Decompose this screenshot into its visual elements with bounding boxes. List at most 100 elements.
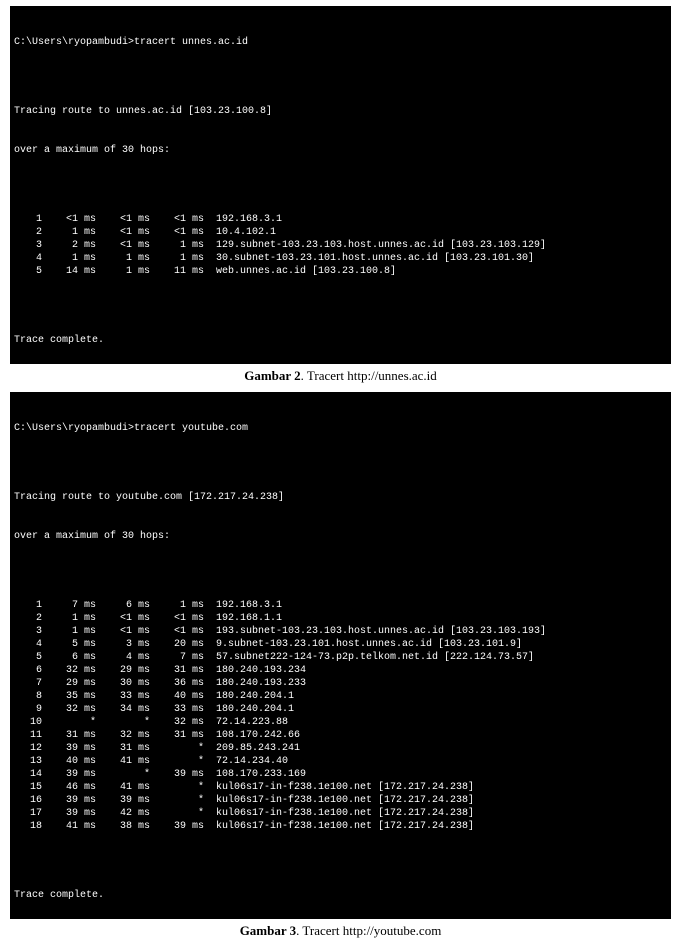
hop-host: 180.240.204.1 [204, 703, 294, 716]
figure-caption-3: Gambar 3. Tracert http://youtube.com [0, 919, 681, 941]
hop-row: 18 41 ms 38 ms 39 mskul06s17-in-f238.1e1… [14, 820, 667, 833]
hop-row: 2 1 ms <1 ms <1 ms10.4.102.1 [14, 226, 667, 239]
hop-number: 17 [14, 807, 42, 820]
trace-intro-1: Tracing route to unnes.ac.id [103.23.100… [14, 105, 667, 118]
hop-time-3: 40 ms [150, 690, 204, 703]
hop-time-1: 7 ms [42, 599, 96, 612]
hop-host: 72.14.223.88 [204, 716, 288, 729]
hop-row: 15 46 ms 41 ms *kul06s17-in-f238.1e100.n… [14, 781, 667, 794]
hop-time-3: * [150, 794, 204, 807]
hop-time-2: <1 ms [96, 213, 150, 226]
hop-time-1: 41 ms [42, 820, 96, 833]
hop-time-3: * [150, 781, 204, 794]
hop-host: 192.168.3.1 [204, 599, 282, 612]
caption-rest: . Tracert http://youtube.com [296, 923, 441, 938]
hop-time-3: 39 ms [150, 768, 204, 781]
hop-time-1: 40 ms [42, 755, 96, 768]
hop-time-1: <1 ms [42, 213, 96, 226]
hop-row: 12 39 ms 31 ms *209.85.243.241 [14, 742, 667, 755]
hop-time-2: 3 ms [96, 638, 150, 651]
hop-number: 6 [14, 664, 42, 677]
hop-time-3: <1 ms [150, 226, 204, 239]
hop-time-1: 14 ms [42, 265, 96, 278]
hop-number: 1 [14, 599, 42, 612]
hop-row: 3 1 ms <1 ms <1 ms193.subnet-103.23.103.… [14, 625, 667, 638]
hop-number: 13 [14, 755, 42, 768]
hop-time-1: 6 ms [42, 651, 96, 664]
trace-intro-2: over a maximum of 30 hops: [14, 530, 667, 543]
hop-row: 10 * * 32 ms72.14.223.88 [14, 716, 667, 729]
hop-time-3: 39 ms [150, 820, 204, 833]
hop-host: 57.subnet222-124-73.p2p.telkom.net.id [2… [204, 651, 534, 664]
hop-row: 1 <1 ms <1 ms <1 ms192.168.3.1 [14, 213, 667, 226]
hop-time-3: 11 ms [150, 265, 204, 278]
hop-host: 108.170.233.169 [204, 768, 306, 781]
terminal-output-2: C:\Users\ryopambudi>tracert youtube.com … [10, 392, 671, 919]
hop-number: 5 [14, 265, 42, 278]
terminal-output-1: C:\Users\ryopambudi>tracert unnes.ac.id … [10, 6, 671, 364]
hop-host: 30.subnet-103.23.101.host.unnes.ac.id [1… [204, 252, 534, 265]
hop-row: 1 7 ms 6 ms 1 ms192.168.3.1 [14, 599, 667, 612]
prompt-line: C:\Users\ryopambudi>tracert youtube.com [14, 422, 667, 435]
hop-time-2: * [96, 768, 150, 781]
hop-time-2: 29 ms [96, 664, 150, 677]
hop-time-3: <1 ms [150, 612, 204, 625]
hop-time-1: 39 ms [42, 768, 96, 781]
hop-time-3: <1 ms [150, 625, 204, 638]
hop-row: 11 31 ms 32 ms 31 ms108.170.242.66 [14, 729, 667, 742]
hop-number: 5 [14, 651, 42, 664]
hop-row: 9 32 ms 34 ms 33 ms180.240.204.1 [14, 703, 667, 716]
hop-time-2: 6 ms [96, 599, 150, 612]
hop-number: 18 [14, 820, 42, 833]
hop-host: 180.240.204.1 [204, 690, 294, 703]
hop-host: 180.240.193.233 [204, 677, 306, 690]
hop-host: 192.168.1.1 [204, 612, 282, 625]
hop-time-1: 31 ms [42, 729, 96, 742]
hop-row: 7 29 ms 30 ms 36 ms180.240.193.233 [14, 677, 667, 690]
hop-time-2: 42 ms [96, 807, 150, 820]
hop-time-3: 1 ms [150, 252, 204, 265]
hop-row: 4 1 ms 1 ms 1 ms30.subnet-103.23.101.hos… [14, 252, 667, 265]
hop-number: 3 [14, 239, 42, 252]
hop-row: 6 32 ms 29 ms 31 ms180.240.193.234 [14, 664, 667, 677]
hop-time-1: 46 ms [42, 781, 96, 794]
trace-complete: Trace complete. [14, 889, 667, 902]
hop-time-2: 33 ms [96, 690, 150, 703]
hop-number: 16 [14, 794, 42, 807]
hop-time-1: 1 ms [42, 252, 96, 265]
hop-time-3: 20 ms [150, 638, 204, 651]
hop-time-2: * [96, 716, 150, 729]
hop-time-1: 5 ms [42, 638, 96, 651]
hop-number: 9 [14, 703, 42, 716]
trace-complete: Trace complete. [14, 334, 667, 347]
hop-number: 15 [14, 781, 42, 794]
hop-time-3: * [150, 807, 204, 820]
hop-time-1: 1 ms [42, 625, 96, 638]
hop-host: 10.4.102.1 [204, 226, 276, 239]
trace-intro-2: over a maximum of 30 hops: [14, 144, 667, 157]
hop-number: 7 [14, 677, 42, 690]
hop-row: 17 39 ms 42 ms *kul06s17-in-f238.1e100.n… [14, 807, 667, 820]
hop-time-2: 30 ms [96, 677, 150, 690]
hop-host: 129.subnet-103.23.103.host.unnes.ac.id [… [204, 239, 546, 252]
hop-host: 180.240.193.234 [204, 664, 306, 677]
caption-bold: Gambar 3 [240, 923, 296, 938]
hop-host: 72.14.234.40 [204, 755, 288, 768]
hop-row: 4 5 ms 3 ms 20 ms9.subnet-103.23.101.hos… [14, 638, 667, 651]
hop-number: 3 [14, 625, 42, 638]
hop-host: 209.85.243.241 [204, 742, 300, 755]
hop-row: 5 6 ms 4 ms 7 ms57.subnet222-124-73.p2p.… [14, 651, 667, 664]
hop-time-3: 33 ms [150, 703, 204, 716]
hop-time-3: 31 ms [150, 664, 204, 677]
trace-intro-1: Tracing route to youtube.com [172.217.24… [14, 491, 667, 504]
hop-time-3: * [150, 755, 204, 768]
hop-number: 4 [14, 638, 42, 651]
hop-time-2: 38 ms [96, 820, 150, 833]
hop-time-2: 32 ms [96, 729, 150, 742]
hop-host: 9.subnet-103.23.101.host.unnes.ac.id [10… [204, 638, 522, 651]
hop-host: 192.168.3.1 [204, 213, 282, 226]
hop-number: 2 [14, 612, 42, 625]
hop-time-1: 1 ms [42, 226, 96, 239]
hop-time-1: 35 ms [42, 690, 96, 703]
hop-time-1: 39 ms [42, 794, 96, 807]
